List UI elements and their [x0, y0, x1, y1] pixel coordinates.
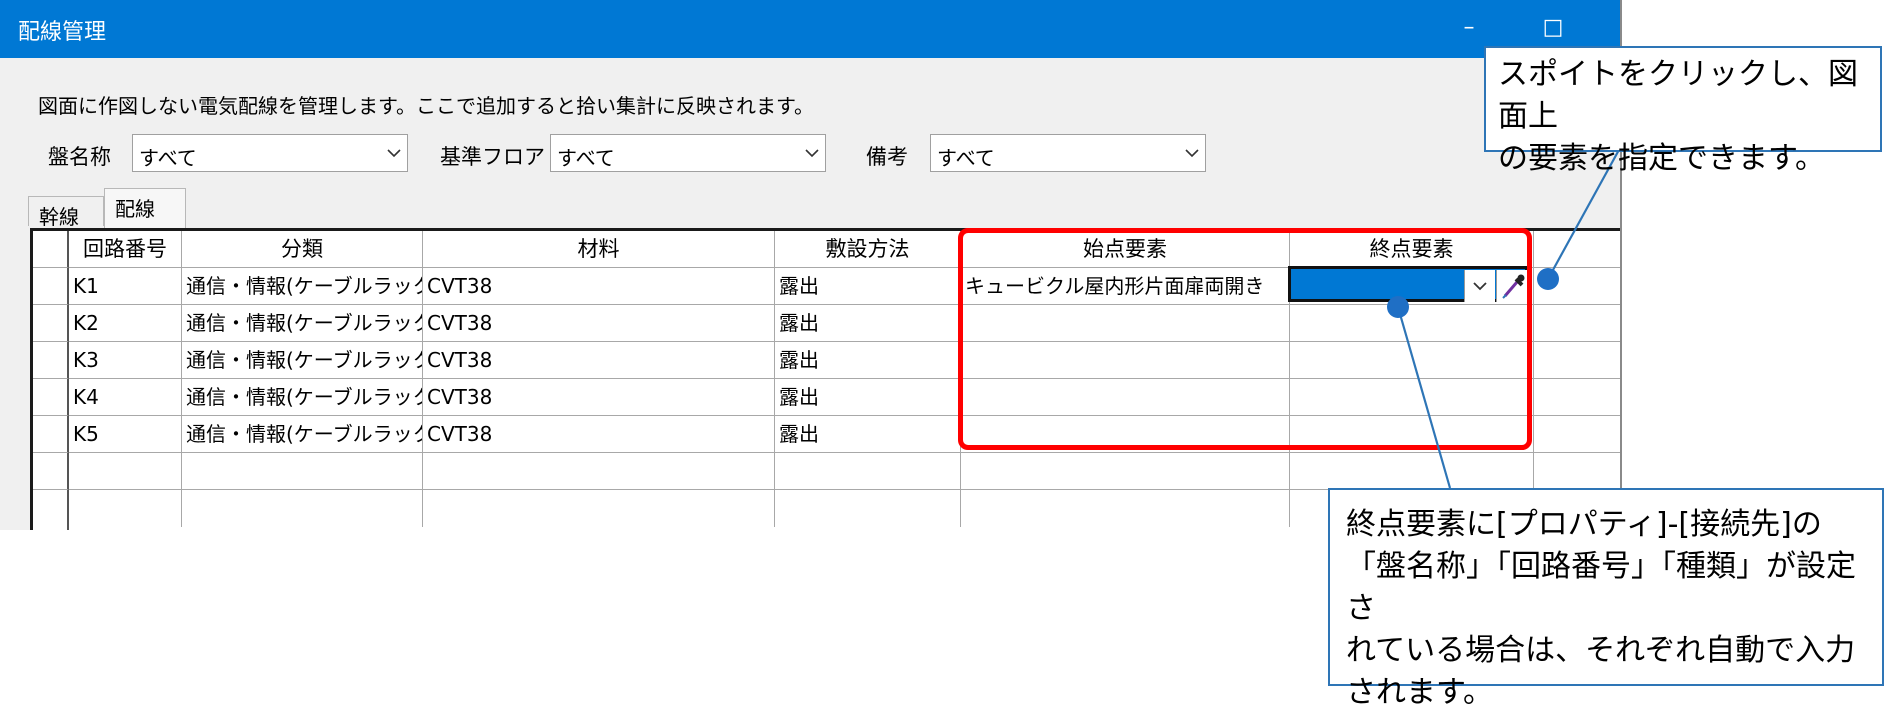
cell-empty[interactable]	[961, 490, 1290, 527]
panel-name-value: すべて	[139, 146, 197, 170]
cell-material[interactable]: CVT38	[423, 379, 775, 416]
column-header-material[interactable]: 材料	[423, 231, 775, 268]
cell-empty[interactable]	[775, 490, 961, 527]
cell-circuit-no[interactable]: K5	[69, 416, 182, 453]
title-bar[interactable]: 配線管理 – □	[0, 0, 1620, 58]
highlight-box	[958, 228, 1532, 450]
column-header-category[interactable]: 分類	[182, 231, 423, 268]
cell-laying-method[interactable]: 露出	[775, 379, 961, 416]
chevron-down-icon	[387, 149, 401, 158]
callout-eyedropper-line-1: スポイトをクリックし、図面上	[1498, 57, 1858, 134]
cell-empty[interactable]	[182, 490, 423, 527]
column-header-laying-method[interactable]: 敷設方法	[775, 231, 961, 268]
cell-category[interactable]: 通信・情報(ケーブルラック)	[182, 416, 423, 453]
cell-category[interactable]: 通信・情報(ケーブルラック)	[182, 268, 423, 305]
notes-value: すべて	[937, 146, 995, 170]
chevron-down-icon	[805, 149, 819, 158]
callout-auto-input-line-2: 「盤名称」「回路番号」「種類」が設定さ	[1346, 549, 1856, 626]
cell-material[interactable]: CVT38	[423, 342, 775, 379]
cell-empty[interactable]	[423, 490, 775, 527]
cell-empty[interactable]	[423, 453, 775, 490]
filter-label-base-floor: 基準フロア	[440, 145, 545, 169]
minimize-button[interactable]: –	[1454, 14, 1484, 44]
cell-laying-method[interactable]: 露出	[775, 305, 961, 342]
cell-empty[interactable]	[775, 453, 961, 490]
cell-category[interactable]: 通信・情報(ケーブルラック)	[182, 342, 423, 379]
cell-circuit-no[interactable]: K3	[69, 342, 182, 379]
grid-corner	[33, 231, 69, 268]
row-header[interactable]	[33, 416, 69, 453]
cell-blank	[1534, 453, 1620, 490]
callout-eyedropper-line-2: の要素を指定できます。	[1498, 141, 1825, 176]
callout-auto-input-line-3: れている場合は、それぞれ自動で入力	[1346, 633, 1856, 668]
cell-empty[interactable]	[182, 453, 423, 490]
cell-blank	[1534, 342, 1620, 379]
cell-blank	[1534, 416, 1620, 453]
callout-auto-input-line-1: 終点要素に[プロパティ]-[接続先]の	[1346, 507, 1822, 542]
cell-blank	[1534, 305, 1620, 342]
cell-laying-method[interactable]: 露出	[775, 268, 961, 305]
cell-laying-method[interactable]: 露出	[775, 342, 961, 379]
chevron-down-icon	[1185, 149, 1199, 158]
tab-wiring-label: 配線	[115, 197, 155, 221]
row-header[interactable]	[33, 490, 69, 530]
panel-name-combo[interactable]: すべて	[132, 134, 408, 172]
description-text: 図面に作図しない電気配線を管理します。ここで追加すると拾い集計に反映されます。	[38, 94, 814, 118]
cell-material[interactable]: CVT38	[423, 268, 775, 305]
callout-eyedropper: スポイトをクリックし、図面上 の要素を指定できます。	[1484, 46, 1882, 176]
filter-label-notes: 備考	[866, 145, 908, 169]
tab-main-line[interactable]: 幹線	[28, 196, 104, 229]
row-header[interactable]	[33, 379, 69, 416]
row-header[interactable]	[33, 342, 69, 379]
column-header-blank	[1534, 231, 1620, 268]
window-title: 配線管理	[18, 20, 107, 45]
cell-category[interactable]: 通信・情報(ケーブルラック)	[182, 379, 423, 416]
base-floor-value: すべて	[557, 146, 615, 170]
cell-empty[interactable]	[69, 453, 182, 490]
tab-main-line-label: 幹線	[39, 205, 79, 229]
cell-blank	[1534, 379, 1620, 416]
cell-category[interactable]: 通信・情報(ケーブルラック)	[182, 305, 423, 342]
callout-auto-input: 終点要素に[プロパティ]-[接続先]の 「盤名称」「回路番号」「種類」が設定さ …	[1328, 488, 1884, 710]
cell-empty[interactable]	[69, 490, 182, 527]
cell-circuit-no[interactable]: K4	[69, 379, 182, 416]
cell-circuit-no[interactable]: K1	[69, 268, 182, 305]
base-floor-combo[interactable]: すべて	[550, 134, 826, 172]
cell-material[interactable]: CVT38	[423, 416, 775, 453]
cell-laying-method[interactable]: 露出	[775, 416, 961, 453]
cell-circuit-no[interactable]: K2	[69, 305, 182, 342]
row-header[interactable]	[33, 453, 69, 490]
callout-auto-input-line-4: されます。	[1346, 675, 1493, 710]
cell-material[interactable]: CVT38	[423, 305, 775, 342]
row-header[interactable]	[33, 305, 69, 342]
filter-label-panel-name: 盤名称	[48, 145, 111, 169]
cell-blank	[1534, 268, 1620, 305]
column-header-circuit-no[interactable]: 回路番号	[69, 231, 182, 268]
tab-wiring[interactable]: 配線	[104, 188, 186, 230]
cell-empty[interactable]	[961, 453, 1290, 490]
row-header[interactable]	[33, 268, 69, 305]
cell-empty[interactable]	[1290, 453, 1534, 490]
maximize-button[interactable]: □	[1538, 14, 1568, 44]
notes-combo[interactable]: すべて	[930, 134, 1206, 172]
